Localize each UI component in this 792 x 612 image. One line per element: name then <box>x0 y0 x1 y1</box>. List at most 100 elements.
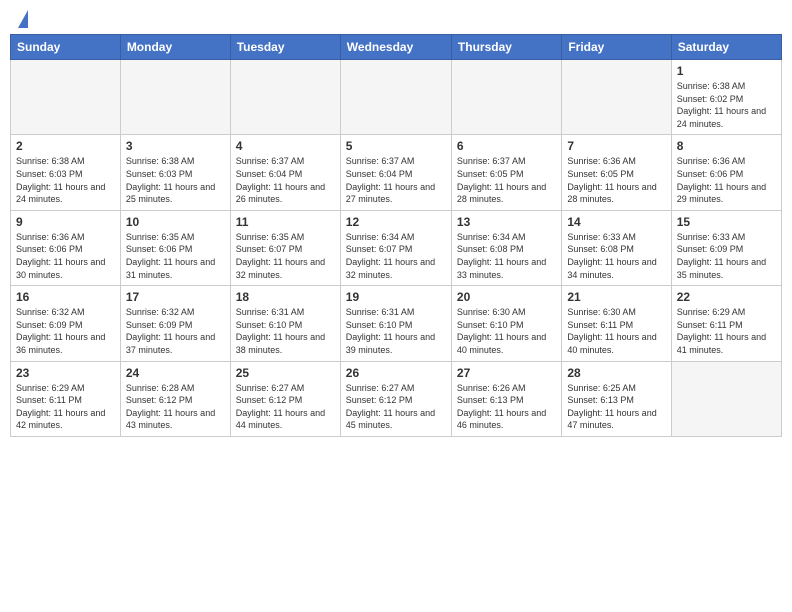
calendar-cell: 1 Sunrise: 6:38 AM Sunset: 6:02 PM Daylig… <box>671 60 781 135</box>
day-info: Sunrise: 6:29 AM Sunset: 6:11 PM Dayligh… <box>16 382 115 432</box>
day-number: 11 <box>236 215 335 229</box>
day-info: Sunrise: 6:38 AM Sunset: 6:03 PM Dayligh… <box>16 155 115 205</box>
calendar-cell: 11 Sunrise: 6:35 AM Sunset: 6:07 PM Dayli… <box>230 210 340 285</box>
calendar-cell: 10 Sunrise: 6:35 AM Sunset: 6:06 PM Dayli… <box>120 210 230 285</box>
day-info: Sunrise: 6:37 AM Sunset: 6:04 PM Dayligh… <box>236 155 335 205</box>
day-number: 2 <box>16 139 115 153</box>
calendar-cell: 27 Sunrise: 6:26 AM Sunset: 6:13 PM Dayli… <box>451 361 561 436</box>
day-info: Sunrise: 6:35 AM Sunset: 6:07 PM Dayligh… <box>236 231 335 281</box>
calendar-cell: 16 Sunrise: 6:32 AM Sunset: 6:09 PM Dayli… <box>11 286 121 361</box>
day-number: 27 <box>457 366 556 380</box>
day-number: 18 <box>236 290 335 304</box>
calendar-cell: 15 Sunrise: 6:33 AM Sunset: 6:09 PM Dayli… <box>671 210 781 285</box>
calendar-cell: 28 Sunrise: 6:25 AM Sunset: 6:13 PM Dayli… <box>562 361 671 436</box>
day-info: Sunrise: 6:31 AM Sunset: 6:10 PM Dayligh… <box>346 306 446 356</box>
calendar-cell <box>11 60 121 135</box>
page-header <box>10 10 782 30</box>
day-number: 10 <box>126 215 225 229</box>
calendar-header-sunday: Sunday <box>11 35 121 60</box>
day-number: 3 <box>126 139 225 153</box>
calendar-cell: 4Sunrise: 6:37 AM Sunset: 6:04 PM Daylig… <box>230 135 340 210</box>
calendar-cell: 22Sunrise: 6:29 AM Sunset: 6:11 PM Dayli… <box>671 286 781 361</box>
day-info: Sunrise: 6:30 AM Sunset: 6:11 PM Dayligh… <box>567 306 665 356</box>
calendar-header-friday: Friday <box>562 35 671 60</box>
day-info: Sunrise: 6:34 AM Sunset: 6:07 PM Dayligh… <box>346 231 446 281</box>
day-info: Sunrise: 6:38 AM Sunset: 6:03 PM Dayligh… <box>126 155 225 205</box>
day-number: 25 <box>236 366 335 380</box>
day-info: Sunrise: 6:33 AM Sunset: 6:08 PM Dayligh… <box>567 231 665 281</box>
calendar-cell <box>120 60 230 135</box>
day-info: Sunrise: 6:32 AM Sunset: 6:09 PM Dayligh… <box>126 306 225 356</box>
calendar-cell: 8 Sunrise: 6:36 AM Sunset: 6:06 PM Daylig… <box>671 135 781 210</box>
day-number: 14 <box>567 215 665 229</box>
calendar-cell <box>451 60 561 135</box>
calendar-cell: 5 Sunrise: 6:37 AM Sunset: 6:04 PM Daylig… <box>340 135 451 210</box>
calendar-header-thursday: Thursday <box>451 35 561 60</box>
day-number: 5 <box>346 139 446 153</box>
day-info: Sunrise: 6:27 AM Sunset: 6:12 PM Dayligh… <box>236 382 335 432</box>
logo <box>14 10 28 30</box>
calendar-header-saturday: Saturday <box>671 35 781 60</box>
day-info: Sunrise: 6:36 AM Sunset: 6:06 PM Dayligh… <box>677 155 776 205</box>
day-info: Sunrise: 6:32 AM Sunset: 6:09 PM Dayligh… <box>16 306 115 356</box>
calendar-cell: 25 Sunrise: 6:27 AM Sunset: 6:12 PM Dayli… <box>230 361 340 436</box>
day-info: Sunrise: 6:33 AM Sunset: 6:09 PM Dayligh… <box>677 231 776 281</box>
day-number: 26 <box>346 366 446 380</box>
calendar-cell: 19 Sunrise: 6:31 AM Sunset: 6:10 PM Dayli… <box>340 286 451 361</box>
day-number: 8 <box>677 139 776 153</box>
calendar-header-wednesday: Wednesday <box>340 35 451 60</box>
day-number: 13 <box>457 215 556 229</box>
calendar-header-row: SundayMondayTuesdayWednesdayThursdayFrid… <box>11 35 782 60</box>
day-number: 15 <box>677 215 776 229</box>
day-info: Sunrise: 6:35 AM Sunset: 6:06 PM Dayligh… <box>126 231 225 281</box>
day-number: 19 <box>346 290 446 304</box>
calendar-cell: 6 Sunrise: 6:37 AM Sunset: 6:05 PM Daylig… <box>451 135 561 210</box>
day-number: 17 <box>126 290 225 304</box>
calendar-cell <box>230 60 340 135</box>
day-number: 24 <box>126 366 225 380</box>
day-number: 9 <box>16 215 115 229</box>
day-info: Sunrise: 6:31 AM Sunset: 6:10 PM Dayligh… <box>236 306 335 356</box>
day-number: 6 <box>457 139 556 153</box>
calendar-week-4: 16 Sunrise: 6:32 AM Sunset: 6:09 PM Dayli… <box>11 286 782 361</box>
calendar-cell <box>340 60 451 135</box>
calendar-cell <box>671 361 781 436</box>
day-number: 1 <box>677 64 776 78</box>
calendar-cell: 23 Sunrise: 6:29 AM Sunset: 6:11 PM Dayli… <box>11 361 121 436</box>
calendar-week-5: 23 Sunrise: 6:29 AM Sunset: 6:11 PM Dayli… <box>11 361 782 436</box>
day-info: Sunrise: 6:37 AM Sunset: 6:05 PM Dayligh… <box>457 155 556 205</box>
day-number: 20 <box>457 290 556 304</box>
calendar-cell: 3 Sunrise: 6:38 AM Sunset: 6:03 PM Daylig… <box>120 135 230 210</box>
day-info: Sunrise: 6:28 AM Sunset: 6:12 PM Dayligh… <box>126 382 225 432</box>
day-info: Sunrise: 6:25 AM Sunset: 6:13 PM Dayligh… <box>567 382 665 432</box>
day-info: Sunrise: 6:30 AM Sunset: 6:10 PM Dayligh… <box>457 306 556 356</box>
day-info: Sunrise: 6:38 AM Sunset: 6:02 PM Dayligh… <box>677 80 776 130</box>
calendar-week-3: 9Sunrise: 6:36 AM Sunset: 6:06 PM Daylig… <box>11 210 782 285</box>
calendar-cell: 7Sunrise: 6:36 AM Sunset: 6:05 PM Daylig… <box>562 135 671 210</box>
day-number: 21 <box>567 290 665 304</box>
calendar-cell: 13Sunrise: 6:34 AM Sunset: 6:08 PM Dayli… <box>451 210 561 285</box>
calendar-cell: 14 Sunrise: 6:33 AM Sunset: 6:08 PM Dayli… <box>562 210 671 285</box>
day-number: 23 <box>16 366 115 380</box>
calendar-cell: 2 Sunrise: 6:38 AM Sunset: 6:03 PM Daylig… <box>11 135 121 210</box>
calendar-cell: 18 Sunrise: 6:31 AM Sunset: 6:10 PM Dayli… <box>230 286 340 361</box>
calendar-cell: 24 Sunrise: 6:28 AM Sunset: 6:12 PM Dayli… <box>120 361 230 436</box>
calendar-week-1: 1 Sunrise: 6:38 AM Sunset: 6:02 PM Daylig… <box>11 60 782 135</box>
calendar-cell: 9Sunrise: 6:36 AM Sunset: 6:06 PM Daylig… <box>11 210 121 285</box>
calendar-cell: 20 Sunrise: 6:30 AM Sunset: 6:10 PM Dayli… <box>451 286 561 361</box>
day-info: Sunrise: 6:26 AM Sunset: 6:13 PM Dayligh… <box>457 382 556 432</box>
day-number: 22 <box>677 290 776 304</box>
day-number: 7 <box>567 139 665 153</box>
calendar-week-2: 2 Sunrise: 6:38 AM Sunset: 6:03 PM Daylig… <box>11 135 782 210</box>
calendar-cell: 21 Sunrise: 6:30 AM Sunset: 6:11 PM Dayli… <box>562 286 671 361</box>
day-info: Sunrise: 6:37 AM Sunset: 6:04 PM Dayligh… <box>346 155 446 205</box>
calendar-cell: 17 Sunrise: 6:32 AM Sunset: 6:09 PM Dayli… <box>120 286 230 361</box>
day-info: Sunrise: 6:27 AM Sunset: 6:12 PM Dayligh… <box>346 382 446 432</box>
calendar-cell: 12 Sunrise: 6:34 AM Sunset: 6:07 PM Dayli… <box>340 210 451 285</box>
day-number: 16 <box>16 290 115 304</box>
logo-triangle-icon <box>18 10 28 28</box>
day-number: 28 <box>567 366 665 380</box>
calendar-cell <box>562 60 671 135</box>
day-number: 12 <box>346 215 446 229</box>
calendar-header-tuesday: Tuesday <box>230 35 340 60</box>
